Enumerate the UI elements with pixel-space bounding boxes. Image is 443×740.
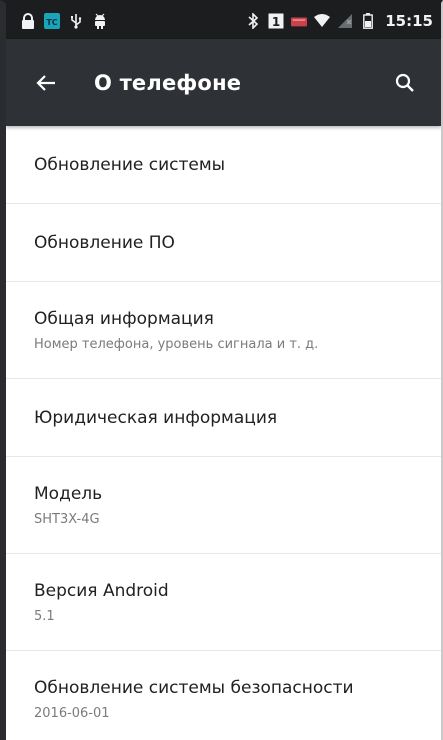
sim1-label: 1 [272, 15, 280, 29]
list-item-general-info[interactable]: Общая информация Номер телефона, уровень… [6, 282, 441, 379]
list-item-security-update[interactable]: Обновление системы безопасности 2016-06-… [6, 651, 441, 740]
phone-screen: TC 1 15:15 О телефоне Обновление системы… [0, 0, 443, 740]
list-item-model[interactable]: Модель SHT3X-4G [6, 457, 441, 554]
list-item-system-update[interactable]: Обновление системы [6, 126, 441, 204]
item-title: Юридическая информация [34, 407, 278, 428]
item-subtitle: 5.1 [34, 608, 55, 624]
lock-icon [20, 13, 36, 29]
app-tc-icon: TC [44, 13, 60, 29]
arrow-back-icon [36, 74, 55, 91]
search-icon [395, 73, 414, 92]
list-item-android-version[interactable]: Версия Android 5.1 [6, 554, 441, 651]
status-bar-left: TC [20, 13, 108, 29]
usb-icon [68, 13, 84, 29]
search-button[interactable] [387, 65, 423, 101]
item-title: Модель [34, 483, 103, 504]
page-title: О телефоне [94, 70, 242, 95]
battery-icon [360, 13, 376, 29]
status-bar: TC 1 15:15 [6, 3, 441, 39]
back-button[interactable] [28, 65, 64, 101]
sim1-icon: 1 [268, 13, 284, 29]
list-item-legal-info[interactable]: Юридическая информация [6, 379, 441, 457]
item-title: Обновление системы [34, 154, 226, 175]
settings-list: Обновление системы Обновление ПО Общая и… [6, 126, 441, 740]
item-subtitle: SHT3X-4G [34, 511, 100, 527]
status-bar-right: 1 15:15 [245, 12, 433, 30]
wifi-icon [314, 13, 331, 29]
signal-icon [291, 13, 308, 29]
item-title: Обновление системы безопасности [34, 677, 354, 698]
app-tc-label: TC [46, 18, 57, 27]
app-bar: О телефоне [6, 39, 441, 126]
item-subtitle: Номер телефона, уровень сигнала и т. д. [34, 336, 319, 352]
no-signal-icon [337, 13, 353, 29]
bluetooth-icon [245, 13, 261, 29]
android-debug-icon [92, 13, 108, 29]
item-subtitle: 2016-06-01 [34, 705, 110, 721]
status-time: 15:15 [385, 12, 433, 30]
item-title: Обновление ПО [34, 232, 175, 253]
list-item-software-update[interactable]: Обновление ПО [6, 204, 441, 282]
item-title: Версия Android [34, 580, 169, 601]
item-title: Общая информация [34, 308, 214, 329]
